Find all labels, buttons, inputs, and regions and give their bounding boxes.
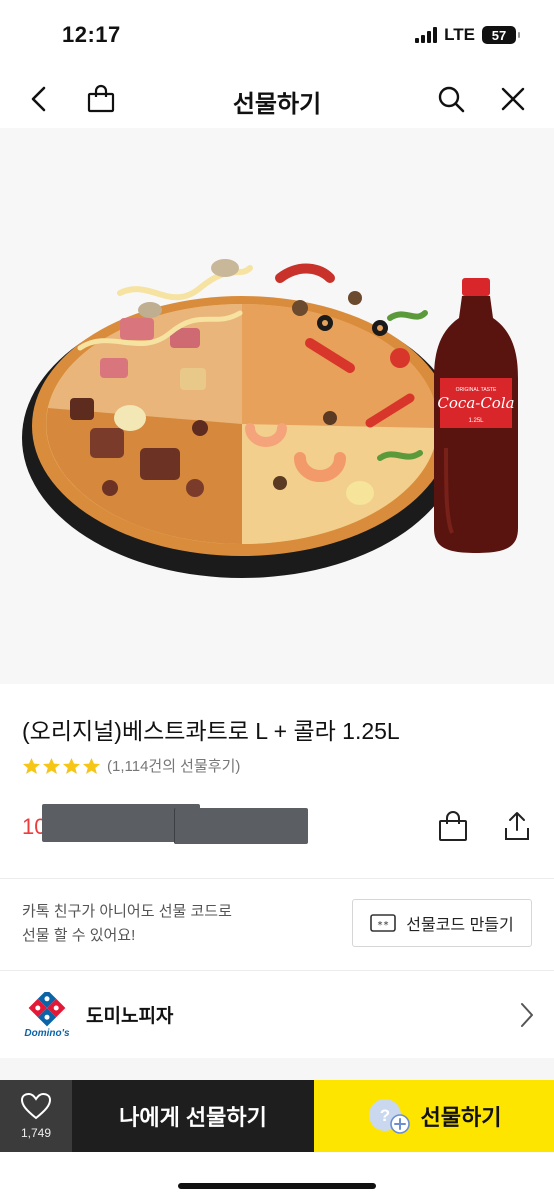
share-icon: [505, 812, 529, 840]
share-button[interactable]: [500, 808, 534, 844]
product-title: (오리지널)베스트콰트로 L + 콜라 1.25L: [22, 718, 400, 744]
bottle-brand: Coca-Cola: [437, 394, 514, 412]
product-actions: [436, 808, 534, 844]
brand-row[interactable]: Domino's 도미노피자: [0, 972, 554, 1058]
shopping-bag-icon: [439, 811, 467, 841]
star-icon: [42, 757, 61, 774]
bottle-tagline: ORIGINAL TASTE: [456, 387, 497, 393]
status-time: 12:17: [62, 22, 121, 47]
gift-code-info-line2: 선물 할 수 있어요!: [22, 927, 136, 944]
chevron-right-icon: [521, 1003, 533, 1027]
gift-friend-icon: ?: [368, 1099, 410, 1134]
close-icon: [501, 87, 525, 111]
home-indicator: [178, 1183, 376, 1189]
close-button[interactable]: [492, 78, 534, 120]
svg-text:?: ?: [379, 1106, 389, 1125]
gift-code-info: 카톡 친구가 아니어도 선물 코드로 선물 할 수 있어요!: [22, 900, 232, 948]
gift-code-button-label: 선물코드 만들기: [406, 917, 514, 934]
like-count: 1,749: [20, 1126, 52, 1140]
like-button[interactable]: 1,749: [0, 1080, 72, 1152]
section-separator: [0, 1058, 554, 1080]
bottom-action-bar: 1,749 나에게 선물하기 ? 선물하기: [0, 1080, 554, 1152]
gift-code-info-line1: 카톡 친구가 아니어도 선물 코드로: [22, 903, 232, 920]
star-icon: [82, 757, 101, 774]
divider: [0, 970, 554, 971]
gift-to-self-label: 나에게 선물하기: [119, 1105, 267, 1130]
product-image[interactable]: Coca-Cola ORIGINAL TASTE 1.25L: [0, 128, 554, 684]
star-rating: [22, 757, 101, 775]
nav-bar: 선물하기: [0, 70, 554, 128]
gift-code-button[interactable]: ** 선물코드 만들기: [352, 899, 532, 947]
dominos-logo-text: Domino's: [24, 1028, 70, 1038]
signal-icon: [415, 27, 438, 43]
send-gift-label: 선물하기: [420, 1105, 502, 1130]
cola-bottle: Coca-Cola ORIGINAL TASTE 1.25L: [434, 278, 518, 553]
status-bar: 12:17 LTE 57: [0, 0, 554, 70]
review-count: (1,114건의 선물후기): [107, 758, 241, 775]
bottle-volume: 1.25L: [468, 418, 484, 424]
add-to-cart-button[interactable]: [436, 808, 470, 844]
search-icon: [438, 86, 465, 113]
brand-name: 도미노피자: [86, 1006, 174, 1027]
battery-level: 57: [491, 27, 507, 43]
price-row: 10: [22, 804, 322, 848]
battery-icon: 57: [482, 26, 520, 44]
network-label: LTE: [444, 25, 475, 44]
star-icon: [22, 757, 41, 774]
ticket-icon: **: [370, 914, 397, 932]
search-button[interactable]: [430, 78, 472, 120]
gift-to-self-button[interactable]: 나에게 선물하기: [72, 1080, 314, 1152]
dominos-logo: Domino's: [22, 989, 72, 1039]
heart-icon: [20, 1092, 52, 1120]
divider: [0, 878, 554, 879]
redaction-box: [174, 808, 308, 844]
send-gift-button[interactable]: ? 선물하기: [314, 1080, 554, 1152]
status-indicators: LTE 57: [415, 25, 520, 45]
rating-row[interactable]: (1,114건의 선물후기): [22, 755, 240, 776]
star-icon: [62, 757, 81, 774]
svg-text:**: **: [377, 920, 389, 931]
pizza-and-cola-illustration: Coca-Cola ORIGINAL TASTE 1.25L: [22, 259, 518, 578]
